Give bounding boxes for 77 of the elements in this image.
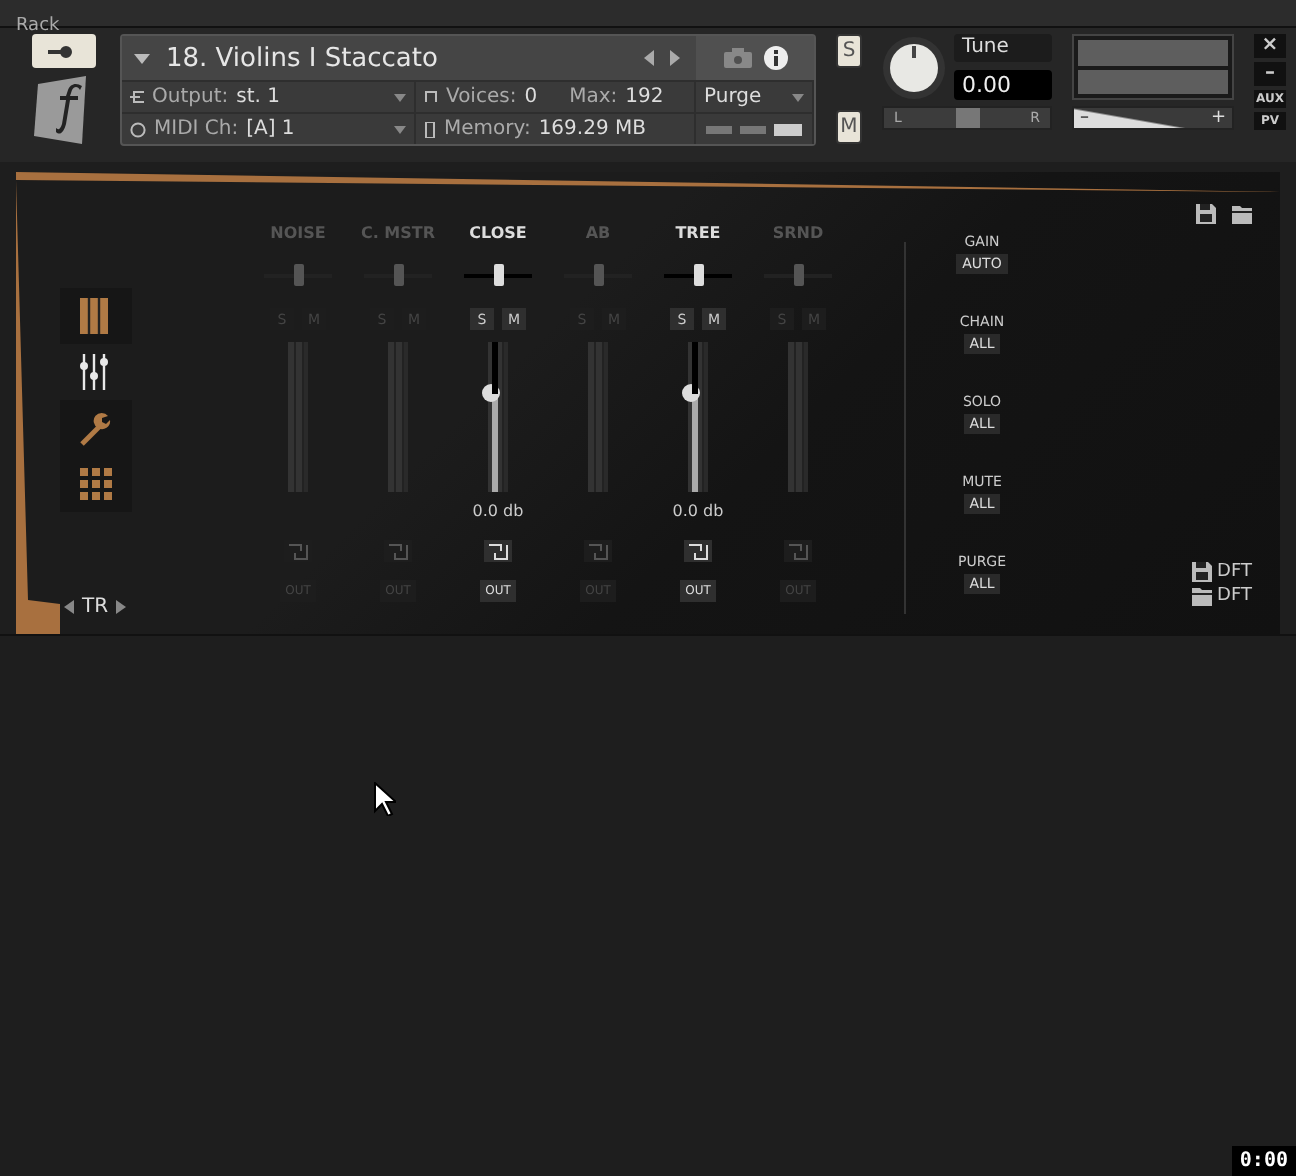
- volume-fader[interactable]: [688, 342, 708, 492]
- link-icon: [588, 543, 608, 559]
- output-label: Output:: [152, 86, 229, 108]
- balance-thumb[interactable]: [593, 264, 603, 286]
- wrench-button[interactable]: [32, 34, 96, 68]
- solo-button[interactable]: S: [836, 34, 862, 68]
- timer: 0:00: [1231, 1146, 1296, 1176]
- pan-thumb[interactable]: [955, 108, 979, 128]
- link-icon: [488, 543, 508, 559]
- level-reading: 0.0 db: [672, 502, 724, 522]
- tune-knob[interactable]: [882, 35, 946, 99]
- load-preset-label[interactable]: DFT: [1217, 586, 1252, 606]
- link-icon: [388, 543, 408, 559]
- previous-icon[interactable]: [64, 600, 74, 614]
- balance-slider[interactable]: [564, 264, 632, 288]
- f-logo-icon: [32, 76, 88, 144]
- mouse-cursor-icon: [374, 782, 396, 816]
- max-value: 192: [625, 86, 664, 108]
- voices-icon: [424, 90, 438, 104]
- purge-menu[interactable]: Purge: [704, 86, 762, 108]
- balance-slider[interactable]: [764, 264, 832, 288]
- side-button[interactable]: ×: [1254, 34, 1286, 58]
- mute-button[interactable]: M: [836, 110, 862, 144]
- level-bars-icon: [706, 123, 802, 135]
- mixer-icon: [78, 354, 114, 390]
- link-icon: [788, 543, 808, 559]
- balance-thumb[interactable]: [293, 264, 303, 286]
- level-reading: 0.0 db: [472, 502, 524, 522]
- mic-set-label: TR: [82, 596, 109, 618]
- balance-thumb[interactable]: [393, 264, 403, 286]
- caret-icon[interactable]: [394, 93, 406, 101]
- balance-slider[interactable]: [464, 264, 532, 288]
- link-button[interactable]: [684, 540, 712, 562]
- midi-icon: [130, 121, 146, 137]
- max-label: Max:: [569, 86, 618, 108]
- output-value[interactable]: st. 1: [236, 86, 280, 108]
- next-icon[interactable]: [670, 50, 680, 66]
- caret-icon[interactable]: [394, 125, 406, 133]
- channel-name[interactable]: CLOSE: [469, 224, 527, 248]
- balance-thumb[interactable]: [493, 264, 503, 286]
- folder-icon[interactable]: [1191, 586, 1212, 606]
- channel-name[interactable]: TREE: [675, 224, 721, 248]
- memory-label: Memory:: [444, 118, 531, 140]
- next-icon[interactable]: [116, 600, 127, 614]
- folder-icon[interactable]: [1232, 204, 1252, 224]
- caret-icon[interactable]: [792, 93, 804, 101]
- voices-value: 0: [524, 86, 538, 108]
- balance-thumb[interactable]: [793, 264, 803, 286]
- volume-fader[interactable]: [488, 342, 508, 492]
- balance-slider[interactable]: [364, 264, 432, 288]
- tune-label: Tune: [954, 34, 1052, 62]
- balance-slider[interactable]: [664, 264, 732, 288]
- balance-thumb[interactable]: [693, 264, 703, 286]
- save-icon[interactable]: [1191, 562, 1212, 582]
- memory-value: 169.29 MB: [538, 118, 646, 140]
- tune-value[interactable]: 0.00: [954, 70, 1052, 100]
- midi-value[interactable]: [A] 1: [246, 118, 295, 140]
- rack-label: Rack: [16, 14, 60, 38]
- previous-icon[interactable]: [644, 50, 654, 66]
- instrument-name: 18. Violins I Staccato: [166, 43, 438, 73]
- link-icon: [688, 543, 708, 559]
- link-icon: [288, 543, 308, 559]
- save-icon[interactable]: [1196, 204, 1216, 224]
- memory-icon: [424, 121, 436, 137]
- volume-slider[interactable]: – +: [1072, 106, 1234, 130]
- grid-icon: [78, 466, 114, 502]
- side-button[interactable]: –: [1254, 62, 1286, 86]
- balance-slider[interactable]: [264, 264, 332, 288]
- voices-label: Voices:: [446, 86, 517, 108]
- save-preset-label[interactable]: DFT: [1217, 562, 1252, 582]
- midi-label: MIDI Ch:: [154, 118, 239, 140]
- caret-icon[interactable]: [134, 53, 150, 63]
- output-icon: [130, 90, 144, 104]
- link-button[interactable]: [484, 540, 512, 562]
- volume-minus-label: –: [1080, 108, 1089, 128]
- info-icon[interactable]: [763, 46, 787, 70]
- volume-plus-label: +: [1210, 108, 1226, 128]
